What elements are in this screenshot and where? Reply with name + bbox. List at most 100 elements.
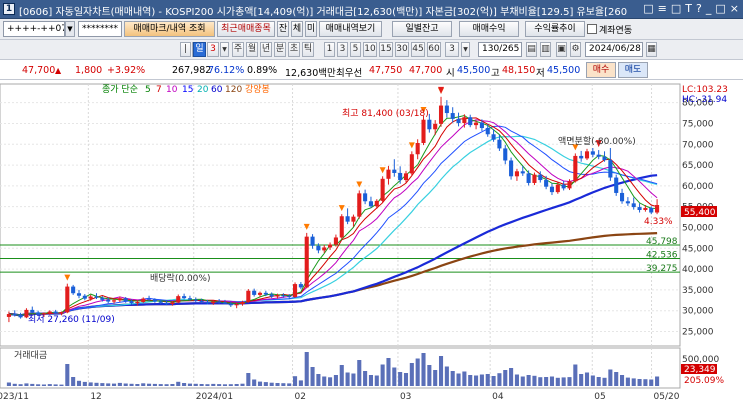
recent-stocks-button[interactable]: 최근매매종목 xyxy=(217,21,275,37)
date-input[interactable]: 2024/06/28 xyxy=(585,42,643,57)
return-trend-button[interactable]: 수익률추이 xyxy=(525,21,585,37)
font-icon[interactable]: T xyxy=(685,2,692,16)
candle-body xyxy=(222,302,228,304)
balance-button[interactable]: 잔 xyxy=(277,21,289,37)
account-link-checkbox[interactable] xyxy=(587,24,597,34)
minute-opt-15[interactable]: 15 xyxy=(379,42,393,57)
volume-bar xyxy=(608,369,613,386)
multiplier-dropdown-icon[interactable]: ▼ xyxy=(220,42,229,57)
candle-body xyxy=(187,298,192,300)
account-code-input[interactable]: ++++-++07 xyxy=(3,21,65,37)
trade-profit-button[interactable]: 매매수익 xyxy=(459,21,519,37)
calendar-icon[interactable]: ▦ xyxy=(646,42,657,57)
buy-button[interactable]: 매수 xyxy=(586,62,616,78)
y-tick-label: 40,000 xyxy=(682,265,714,275)
minute-opt-1[interactable]: 1 xyxy=(324,42,335,57)
candle-body xyxy=(614,177,619,193)
password-input[interactable]: ******** xyxy=(78,21,122,37)
minimize-icon[interactable]: _ xyxy=(706,2,712,16)
legend-strong-candle: 강양봉 xyxy=(245,84,270,95)
minute-dropdown-icon[interactable]: ▼ xyxy=(461,42,470,57)
unfilled-button[interactable]: 미 xyxy=(305,21,317,37)
tab-minute[interactable]: 분 xyxy=(274,42,286,57)
count-input[interactable]: 130/265 xyxy=(478,42,522,57)
minute-opt-60[interactable]: 60 xyxy=(427,42,441,57)
app-icon[interactable]: 1 xyxy=(3,3,15,15)
settings-icon[interactable]: ⚙ xyxy=(570,42,581,57)
high-annotation: 최고 81,400 (03/18) xyxy=(342,108,429,119)
volume-bar xyxy=(310,367,315,386)
candle-body xyxy=(240,301,245,305)
trade-mark-query-button[interactable]: 매매마크/내역 조회 xyxy=(124,21,215,37)
tab-second[interactable]: 초 xyxy=(288,42,300,57)
tab-daily[interactable]: 일 xyxy=(193,42,206,57)
volume-bar xyxy=(427,365,432,386)
y-tick-label: 65,000 xyxy=(682,161,714,171)
minute-opt-5[interactable]: 5 xyxy=(350,42,361,57)
trade-history-button[interactable]: 매매내역보기 xyxy=(319,21,382,37)
candle-body xyxy=(333,237,338,245)
zoom-out-icon[interactable]: ▤ xyxy=(526,42,537,57)
legend-ma-10: 10 xyxy=(166,85,178,95)
candle-body xyxy=(514,171,519,177)
tab-monthly[interactable]: 월 xyxy=(246,42,258,57)
tab-weekly[interactable]: 주 xyxy=(232,42,244,57)
tab-yearly[interactable]: 년 xyxy=(260,42,272,57)
minute-opt-3[interactable]: 3 xyxy=(337,42,348,57)
hc-label: HC:-31.94 xyxy=(682,95,727,105)
current-pct-label: 4.33% xyxy=(644,217,673,227)
volume-bar xyxy=(240,383,245,386)
candle-body xyxy=(47,311,52,314)
layout-icon[interactable]: □ xyxy=(671,2,681,16)
menu-icon[interactable]: ≡ xyxy=(658,2,667,16)
executed-button[interactable]: 체 xyxy=(291,21,303,37)
bar-icon[interactable]: | xyxy=(180,42,191,57)
daily-multiplier[interactable]: 3 xyxy=(207,42,219,57)
maximize-icon[interactable]: □ xyxy=(715,2,725,16)
candle-body xyxy=(310,236,315,246)
daily-balance-button[interactable]: 일별잔고 xyxy=(392,21,452,37)
candle-body xyxy=(503,148,508,161)
y-tick-label: 25,000 xyxy=(682,328,714,338)
volume-bar xyxy=(36,384,41,386)
volume-bar xyxy=(526,375,531,386)
help-icon[interactable]: ? xyxy=(696,2,702,16)
volume-bar xyxy=(433,370,438,386)
split-annotation: 액면분할(-80.00%) xyxy=(558,135,636,147)
candle-body xyxy=(386,169,391,179)
volume-bar xyxy=(82,381,87,386)
volume-bar xyxy=(649,379,654,386)
sell-button[interactable]: 매도 xyxy=(618,62,648,78)
volume-bar xyxy=(316,374,321,386)
legend-ma-60: 60 xyxy=(211,85,223,95)
candle-body xyxy=(427,119,432,130)
custom-minute-value[interactable]: 3 xyxy=(445,42,459,57)
y-tick-label: 70,000 xyxy=(682,140,714,150)
candle-body xyxy=(170,302,175,305)
legend-ma-20: 20 xyxy=(197,85,209,95)
candle-body xyxy=(88,296,93,299)
x-tick-label: 04 xyxy=(492,392,504,402)
price-chart[interactable]: 45,798 42,536 39,275 80,000 75,000 70,000 65,… xyxy=(0,80,743,402)
support-level-label: 42,536 xyxy=(646,251,678,261)
zoom-in-icon[interactable]: ▥ xyxy=(540,42,551,57)
save-icon[interactable]: ▣ xyxy=(556,42,567,57)
volume-bar xyxy=(468,375,473,386)
minute-opt-30[interactable]: 30 xyxy=(395,42,409,57)
tab-tick[interactable]: 틱 xyxy=(302,42,314,57)
candle-body xyxy=(538,174,543,181)
restore-icon[interactable]: □ xyxy=(643,2,653,16)
legend-ma-type: 종가 단순 xyxy=(102,84,138,95)
candle-body xyxy=(363,193,368,202)
volume-bar xyxy=(567,377,572,386)
candle-body xyxy=(584,151,590,159)
candle-body xyxy=(345,216,350,222)
volume-bar xyxy=(76,380,82,386)
minute-opt-10[interactable]: 10 xyxy=(363,42,377,57)
minute-opt-45[interactable]: 45 xyxy=(411,42,425,57)
account-dropdown-icon[interactable]: ▼ xyxy=(65,21,75,37)
candle-body xyxy=(555,184,560,193)
volume-bar xyxy=(141,383,146,386)
close-icon[interactable]: × xyxy=(730,2,739,16)
candle-body xyxy=(176,296,181,303)
